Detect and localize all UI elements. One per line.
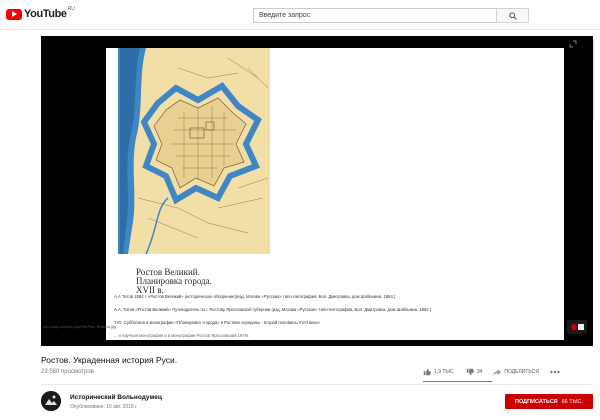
more-icon [550,370,560,374]
divider [41,384,593,385]
dislike-count: 34 [476,369,483,375]
map-caption: Ростов Великий. Планировка города. XVII … [136,268,212,295]
channel-name[interactable]: Исторический Вольнодумец [70,394,162,401]
logo-region: RU [67,6,75,12]
sentiment-bar-fill [423,381,492,382]
youtube-logo[interactable]: YouTube RU [6,6,75,20]
reference-line: А.А Титов 1884 г. «Ростов Великий» (исто… [114,294,396,299]
masthead: YouTube RU Введите запрос [0,0,600,30]
avatar-icon [41,391,61,411]
search-input[interactable]: Введите запрос [253,8,496,23]
publish-date: Опубликовано: 10 авг. 2018 г. [70,404,138,410]
logo-text: YouTube [24,8,67,20]
share-label: ПОДЕЛИТЬСЯ [504,369,539,375]
sentiment-bar [423,381,493,382]
more-button[interactable] [550,370,563,374]
share-icon [493,368,502,376]
subscriber-count: 66 ТЫС. [561,398,583,405]
video-player[interactable]: Ростов Великий. Планировка города. XVII … [41,36,593,346]
video-actions: 1,9 ТЫС. 34 ПОДЕЛИТЬСЯ [423,368,574,376]
source-url: wiki.rusgo.ru/index.php/File:Plan_Rostov… [43,325,116,329]
channel-watermark[interactable] [567,320,587,334]
reference-line: Т.Ю. Субботина в монографии «Планировка … [114,320,321,325]
video-frame: Ростов Великий. Планировка города. XVII … [106,48,564,340]
like-count: 1,9 ТЫС. [434,369,455,375]
dislike-button[interactable]: 34 [466,368,483,376]
reference-line: ... и научная монография и в монографии … [114,333,250,338]
channel-watermark-icon [571,324,584,330]
dislike-icon [466,368,474,376]
like-icon [423,368,431,376]
channel-avatar[interactable] [41,391,61,411]
subscribe-button[interactable]: ПОДПИСАТЬСЯ 66 ТЫС. [505,394,593,409]
share-button[interactable]: ПОДЕЛИТЬСЯ [493,368,539,376]
reference-line: А.А. Титов «Ростов Великий» Путеводитель… [114,307,432,312]
youtube-logo-icon [6,8,22,20]
city-plan-map [118,48,270,254]
search-button[interactable] [496,8,529,23]
like-button[interactable]: 1,9 ТЫС. [423,368,455,376]
search-icon [508,11,517,20]
expand-icon[interactable] [569,40,577,48]
view-count: 23 560 просмотров [41,369,94,375]
video-title: Ростов. Украденная история Руси. [41,355,178,365]
subscribe-label: ПОДПИСАТЬСЯ [515,398,558,405]
